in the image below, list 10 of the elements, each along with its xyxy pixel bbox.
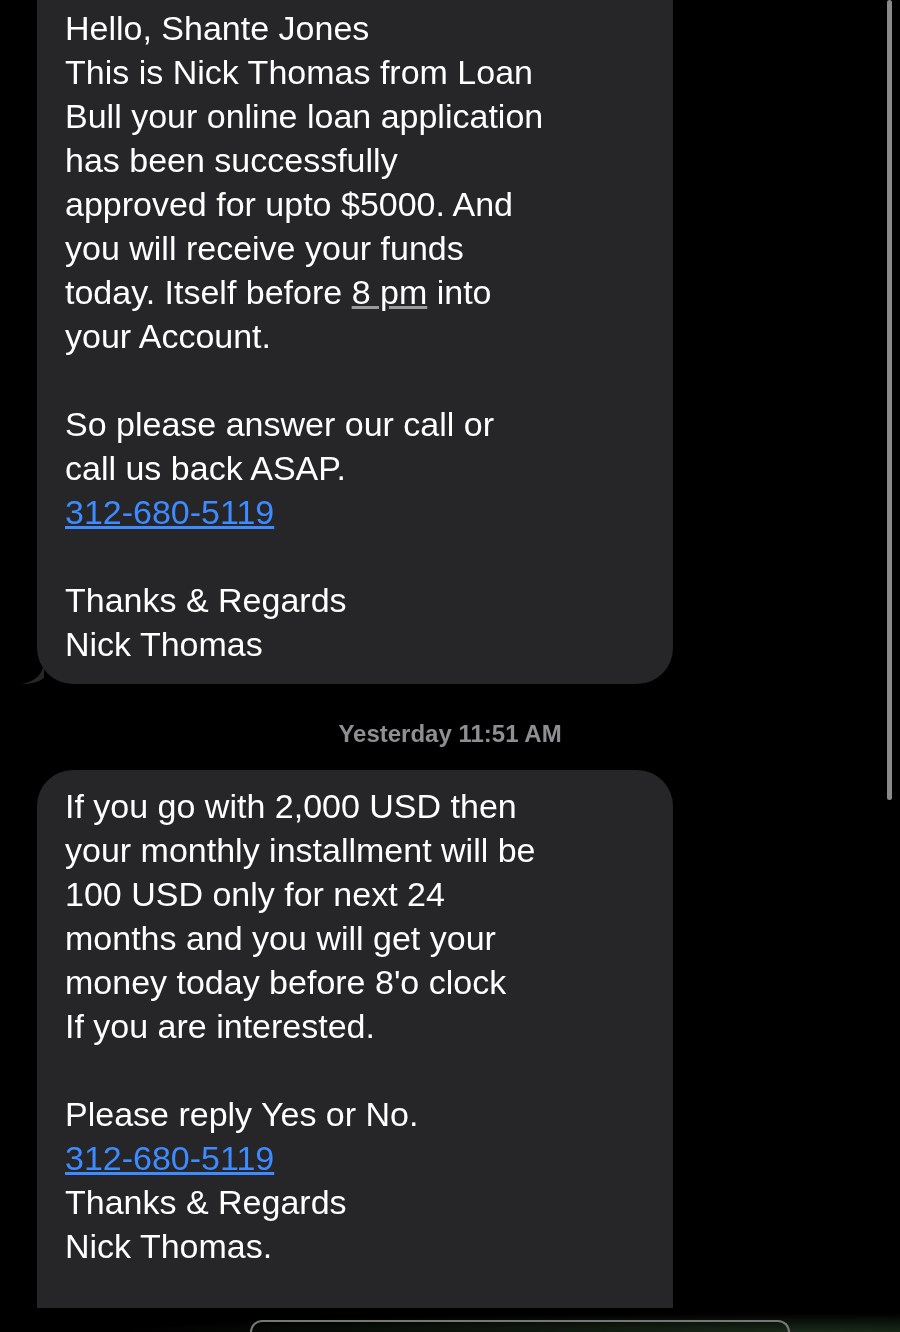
message-timestamp: Yesterday 11:51 AM (338, 720, 562, 748)
time-link[interactable]: 8 pm (351, 273, 428, 311)
message-text: If you go with 2,000 USD then your monthly installment will be 100 USD only for next 24 months and you will get your money today before 8'o clock If you are interested. (65, 786, 537, 1047)
phone-link[interactable]: 312-680-5119 (65, 1139, 275, 1177)
message-text: So please answer our call or call us back ASAP. 312-680-5119 (65, 404, 495, 533)
phone-link[interactable]: 312-680-5119 (65, 493, 275, 531)
message-text: Hello, Shante Jones This is Nick Thomas from Loan Bull your online loan application has been successfully approved for upto $5000. And you will receive your funds today. Itself before 8 pm into your Account. (65, 8, 545, 357)
message-text: Please reply Yes or No. 312-680-5119 Thanks & Regards Nick Thomas. (65, 1094, 420, 1267)
input-field[interactable] (250, 1320, 790, 1332)
message-text: Thanks & Regards Nick Thomas (65, 580, 348, 665)
